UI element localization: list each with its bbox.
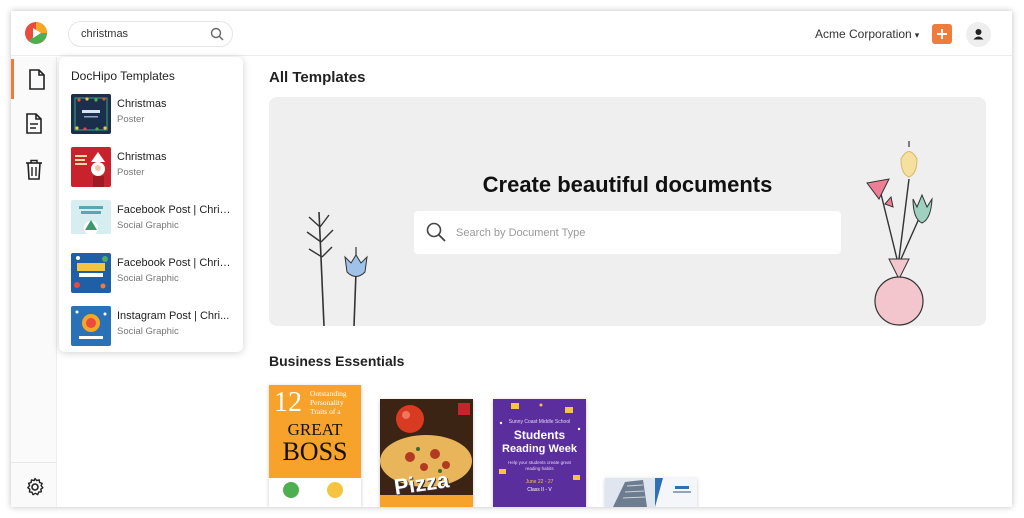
- search-result-item[interactable]: Facebook Post | Chris... Social Graphic: [71, 200, 236, 242]
- template-card-great-boss[interactable]: 12 Outstanding Personality Traits of a G…: [269, 385, 361, 507]
- search-input[interactable]: [81, 26, 201, 42]
- card-subtitle-1: Outstanding: [310, 389, 347, 398]
- card-school: Sunny Coast Middle School: [508, 419, 571, 425]
- search-result-item[interactable]: Facebook Post | Chris... Social Graphic: [71, 253, 236, 295]
- result-type: Poster: [117, 167, 145, 178]
- gear-icon: [27, 477, 44, 496]
- card-description: Help your students create great reading …: [508, 460, 571, 471]
- org-switcher[interactable]: Acme Corporation ▾: [815, 27, 919, 41]
- result-type: Social Graphic: [117, 326, 179, 337]
- page-title: All Templates: [269, 69, 366, 86]
- result-name: Instagram Post | Chri...: [117, 310, 230, 322]
- card-dates: June 22 - 27: [525, 479, 554, 485]
- document-type-search[interactable]: [414, 211, 841, 254]
- search-results-dropdown: DocHipo Templates Christmas Poster Chris…: [59, 57, 243, 352]
- sidebar-divider: [11, 462, 57, 463]
- card-image: Sunny Coast Middle School Students Readi…: [493, 399, 586, 507]
- user-icon: [973, 29, 984, 40]
- card-image: 12 Outstanding Personality Traits of a G…: [269, 385, 361, 478]
- result-name: Facebook Post | Chris...: [117, 204, 233, 216]
- template-card-pizza[interactable]: Pizza: [380, 399, 473, 507]
- document-type-input[interactable]: [456, 225, 816, 241]
- sidebar-item-settings[interactable]: [11, 467, 57, 507]
- trash-icon: [26, 159, 42, 180]
- sidebar-item-templates[interactable]: [11, 103, 57, 143]
- vase-illustration-right: [866, 141, 933, 326]
- card-image-footer: [269, 478, 361, 507]
- user-avatar[interactable]: [966, 22, 991, 47]
- result-name: Facebook Post | Chris...: [117, 257, 233, 269]
- app-window: Acme Corporation▾: [11, 11, 1012, 507]
- card-class: Class II - V: [527, 487, 552, 493]
- card-subtitle-3: Traits of a: [310, 407, 341, 416]
- add-button[interactable]: [932, 24, 952, 44]
- plant-illustration-left: [306, 211, 368, 326]
- card-headline-2: BOSS: [282, 437, 348, 466]
- template-thumbnail: [71, 200, 111, 240]
- template-card-reading-week[interactable]: Sunny Coast Middle School Students Readi…: [493, 399, 586, 507]
- sidebar-item-documents[interactable]: [11, 59, 57, 99]
- template-thumbnail: [71, 306, 111, 346]
- result-type: Social Graphic: [117, 273, 179, 284]
- result-type: Social Graphic: [117, 220, 179, 231]
- template-thumbnail: [71, 147, 111, 187]
- plus-icon: [937, 29, 947, 39]
- card-number: 12: [274, 387, 302, 418]
- sidebar-item-trash[interactable]: [11, 149, 57, 189]
- result-type: Poster: [117, 114, 145, 125]
- template-thumbnail: [71, 253, 111, 293]
- card-headline-2: Reading Week: [502, 443, 577, 455]
- dropdown-title: DocHipo Templates: [71, 69, 175, 83]
- sidebar: [11, 57, 57, 507]
- template-thumbnail: [71, 94, 111, 134]
- template-card-real-estate[interactable]: [605, 478, 697, 507]
- org-name: Acme Corporation: [815, 27, 912, 41]
- search-result-item[interactable]: Christmas Poster: [71, 94, 236, 136]
- chevron-down-icon: ▾: [914, 30, 920, 40]
- document-icon: [29, 69, 45, 90]
- card-subtitle-2: Personality: [310, 398, 344, 407]
- result-name: Christmas: [117, 151, 167, 163]
- search-icon: [426, 222, 446, 242]
- card-headline-1: Students: [513, 428, 566, 442]
- result-name: Christmas: [117, 98, 167, 110]
- search-result-item[interactable]: Instagram Post | Chri... Social Graphic: [71, 306, 236, 348]
- file-text-icon: [26, 113, 42, 134]
- card-image: [605, 478, 697, 507]
- section-title-business-essentials: Business Essentials: [269, 353, 405, 369]
- top-bar: Acme Corporation▾: [11, 11, 1012, 56]
- search-result-item[interactable]: Christmas Poster: [71, 147, 236, 189]
- dochipo-logo[interactable]: [24, 21, 48, 45]
- search-icon[interactable]: [210, 27, 224, 41]
- hero-banner: Create beautiful documents: [269, 97, 986, 326]
- search-box[interactable]: [68, 21, 233, 47]
- hero-title: Create beautiful documents: [482, 172, 773, 197]
